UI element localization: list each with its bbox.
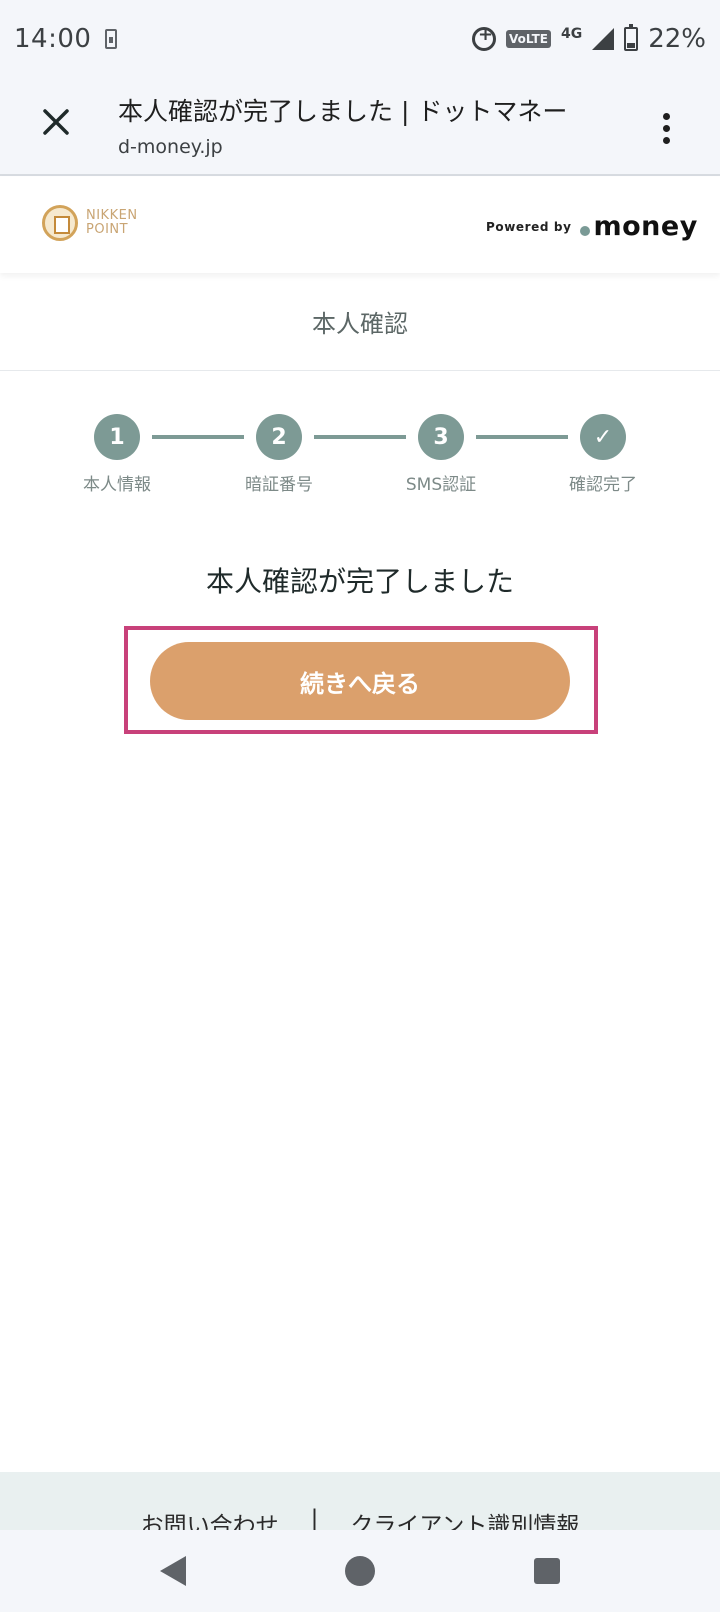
step-label: 本人情報 xyxy=(83,475,151,495)
section-heading: 本人確認 xyxy=(0,273,720,371)
client-info-link[interactable]: クライアント識別情報 xyxy=(350,1506,579,1530)
nikken-logo-line1: NIKKEN xyxy=(86,208,138,223)
step-number: 1 xyxy=(94,414,140,460)
step-personal-info: 1 本人情報 xyxy=(57,414,177,495)
completion-message: 本人確認が完了しました xyxy=(205,565,514,598)
progress-stepper: 1 本人情報 2 暗証番号 3 SMS認証 ✓ 確認完了 xyxy=(0,392,720,502)
step-number: 3 xyxy=(418,414,464,460)
nikken-logo-line2: POINT xyxy=(86,222,129,237)
data-saver-icon xyxy=(472,24,497,51)
signal-icon xyxy=(592,28,615,50)
money-dot-icon xyxy=(579,225,590,236)
contact-link[interactable]: お問い合わせ xyxy=(141,1506,279,1530)
page-title: 本人確認が完了しました | ドットマネー xyxy=(118,97,568,126)
volte-icon: VoLTE xyxy=(506,30,551,48)
close-tab-button[interactable] xyxy=(32,98,80,146)
network-type: 4G xyxy=(560,26,583,42)
footer-separator: | xyxy=(310,1506,319,1530)
step-number: 2 xyxy=(256,414,302,460)
navigation-bar xyxy=(0,1530,720,1612)
step-label: SMS認証 xyxy=(405,475,477,495)
powered-by-label: Powered by xyxy=(486,219,572,234)
sim-card-icon xyxy=(105,29,118,49)
step-sms: 3 SMS認証 xyxy=(381,414,501,495)
recent-apps-icon[interactable] xyxy=(534,1558,561,1584)
site-header: NIKKEN POINT Powered by money xyxy=(0,177,720,273)
status-icons: VoLTE 4G 22% xyxy=(472,24,706,54)
check-icon: ✓ xyxy=(580,414,626,460)
nikken-point-logo: NIKKEN POINT xyxy=(42,205,138,241)
page-url: d-money.jp xyxy=(118,136,223,158)
money-brand: money xyxy=(593,211,698,242)
close-icon xyxy=(43,109,69,135)
site-footer: お問い合わせ | クライアント識別情報 xyxy=(0,1472,720,1530)
step-label: 確認完了 xyxy=(569,475,637,495)
nikken-emblem-icon xyxy=(42,205,78,241)
home-icon[interactable] xyxy=(344,1556,375,1586)
battery-icon xyxy=(624,24,639,51)
powered-by-money-logo: Powered by money xyxy=(486,211,698,242)
status-bar: 14:00 VoLTE 4G 22% xyxy=(0,0,720,78)
step-pin: 2 暗証番号 xyxy=(219,414,339,495)
battery-percentage: 22% xyxy=(648,24,706,54)
back-icon[interactable] xyxy=(159,1556,186,1586)
step-complete: ✓ 確認完了 xyxy=(543,414,663,495)
status-time: 14:00 xyxy=(14,24,92,54)
screen: 14:00 VoLTE 4G 22% 本人確認が完了しました | ドットマネー … xyxy=(0,0,720,1612)
continue-button[interactable]: 続きへ戻る xyxy=(150,642,570,720)
more-options-button[interactable] xyxy=(646,106,686,150)
browser-toolbar: 本人確認が完了しました | ドットマネー d-money.jp xyxy=(0,78,720,176)
step-label: 暗証番号 xyxy=(245,475,313,495)
more-vert-icon xyxy=(662,112,670,120)
